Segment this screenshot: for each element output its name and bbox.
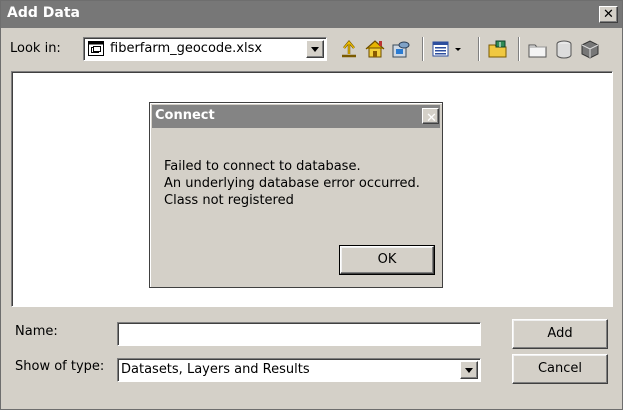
error-message-line: Class not registered	[164, 193, 294, 208]
add-data-window: Add Data ✕ Look in: fiberfarm_geocode.xl…	[0, 0, 623, 410]
connect-dialog: Connect ✕ Failed to connect to database.…	[149, 102, 443, 288]
window-titlebar[interactable]: Add Data ✕	[1, 1, 622, 28]
type-value: Datasets, Layers and Results	[121, 362, 310, 377]
connect-dialog-title: Connect	[155, 108, 215, 123]
connect-dialog-close-button[interactable]: ✕	[422, 108, 439, 126]
excel-file-icon	[88, 41, 104, 60]
view-menu-button[interactable]	[431, 38, 465, 60]
ok-button[interactable]: OK	[339, 245, 435, 275]
catalog-icon	[392, 41, 410, 58]
lookin-combo[interactable]: fiberfarm_geocode.xlsx	[83, 37, 327, 61]
window-close-button[interactable]: ✕	[599, 6, 618, 23]
lookin-label: Look in:	[10, 41, 61, 56]
toolbar-separator	[518, 37, 520, 61]
cancel-button[interactable]: Cancel	[512, 354, 608, 384]
connect-dialog-titlebar[interactable]: Connect ✕	[152, 105, 440, 128]
error-message-line: Failed to connect to database.	[164, 159, 361, 174]
connect-folder-icon	[488, 40, 507, 58]
close-icon: ✕	[426, 111, 437, 126]
name-field[interactable]	[117, 322, 481, 346]
connect-folder-button[interactable]	[487, 38, 509, 60]
type-combo[interactable]: Datasets, Layers and Results	[117, 358, 481, 382]
toolbar-separator	[422, 37, 424, 61]
error-message-line: An underlying database error occurred.	[164, 176, 420, 191]
new-geodatabase-icon	[581, 40, 599, 59]
add-button[interactable]: Add	[512, 319, 608, 349]
lookin-dropdown-button[interactable]	[306, 40, 324, 58]
lookin-value: fiberfarm_geocode.xlsx	[110, 41, 263, 56]
new-shapefile-icon	[556, 40, 572, 59]
close-icon: ✕	[603, 7, 614, 22]
type-dropdown-button[interactable]	[460, 361, 478, 379]
new-geodatabase-button[interactable]	[579, 38, 601, 60]
up-folder-icon	[342, 40, 356, 58]
new-folder-button[interactable]	[527, 38, 549, 60]
type-label: Show of type:	[15, 359, 105, 374]
view-menu-icon	[432, 41, 461, 57]
name-label: Name:	[15, 324, 58, 339]
new-shapefile-button[interactable]	[553, 38, 575, 60]
up-folder-button[interactable]	[338, 38, 360, 60]
toolbar-separator	[478, 37, 480, 61]
new-folder-icon	[528, 44, 547, 58]
catalog-button[interactable]	[390, 38, 412, 60]
home-icon	[365, 40, 385, 58]
window-title: Add Data	[7, 5, 80, 21]
home-button[interactable]	[364, 38, 386, 60]
